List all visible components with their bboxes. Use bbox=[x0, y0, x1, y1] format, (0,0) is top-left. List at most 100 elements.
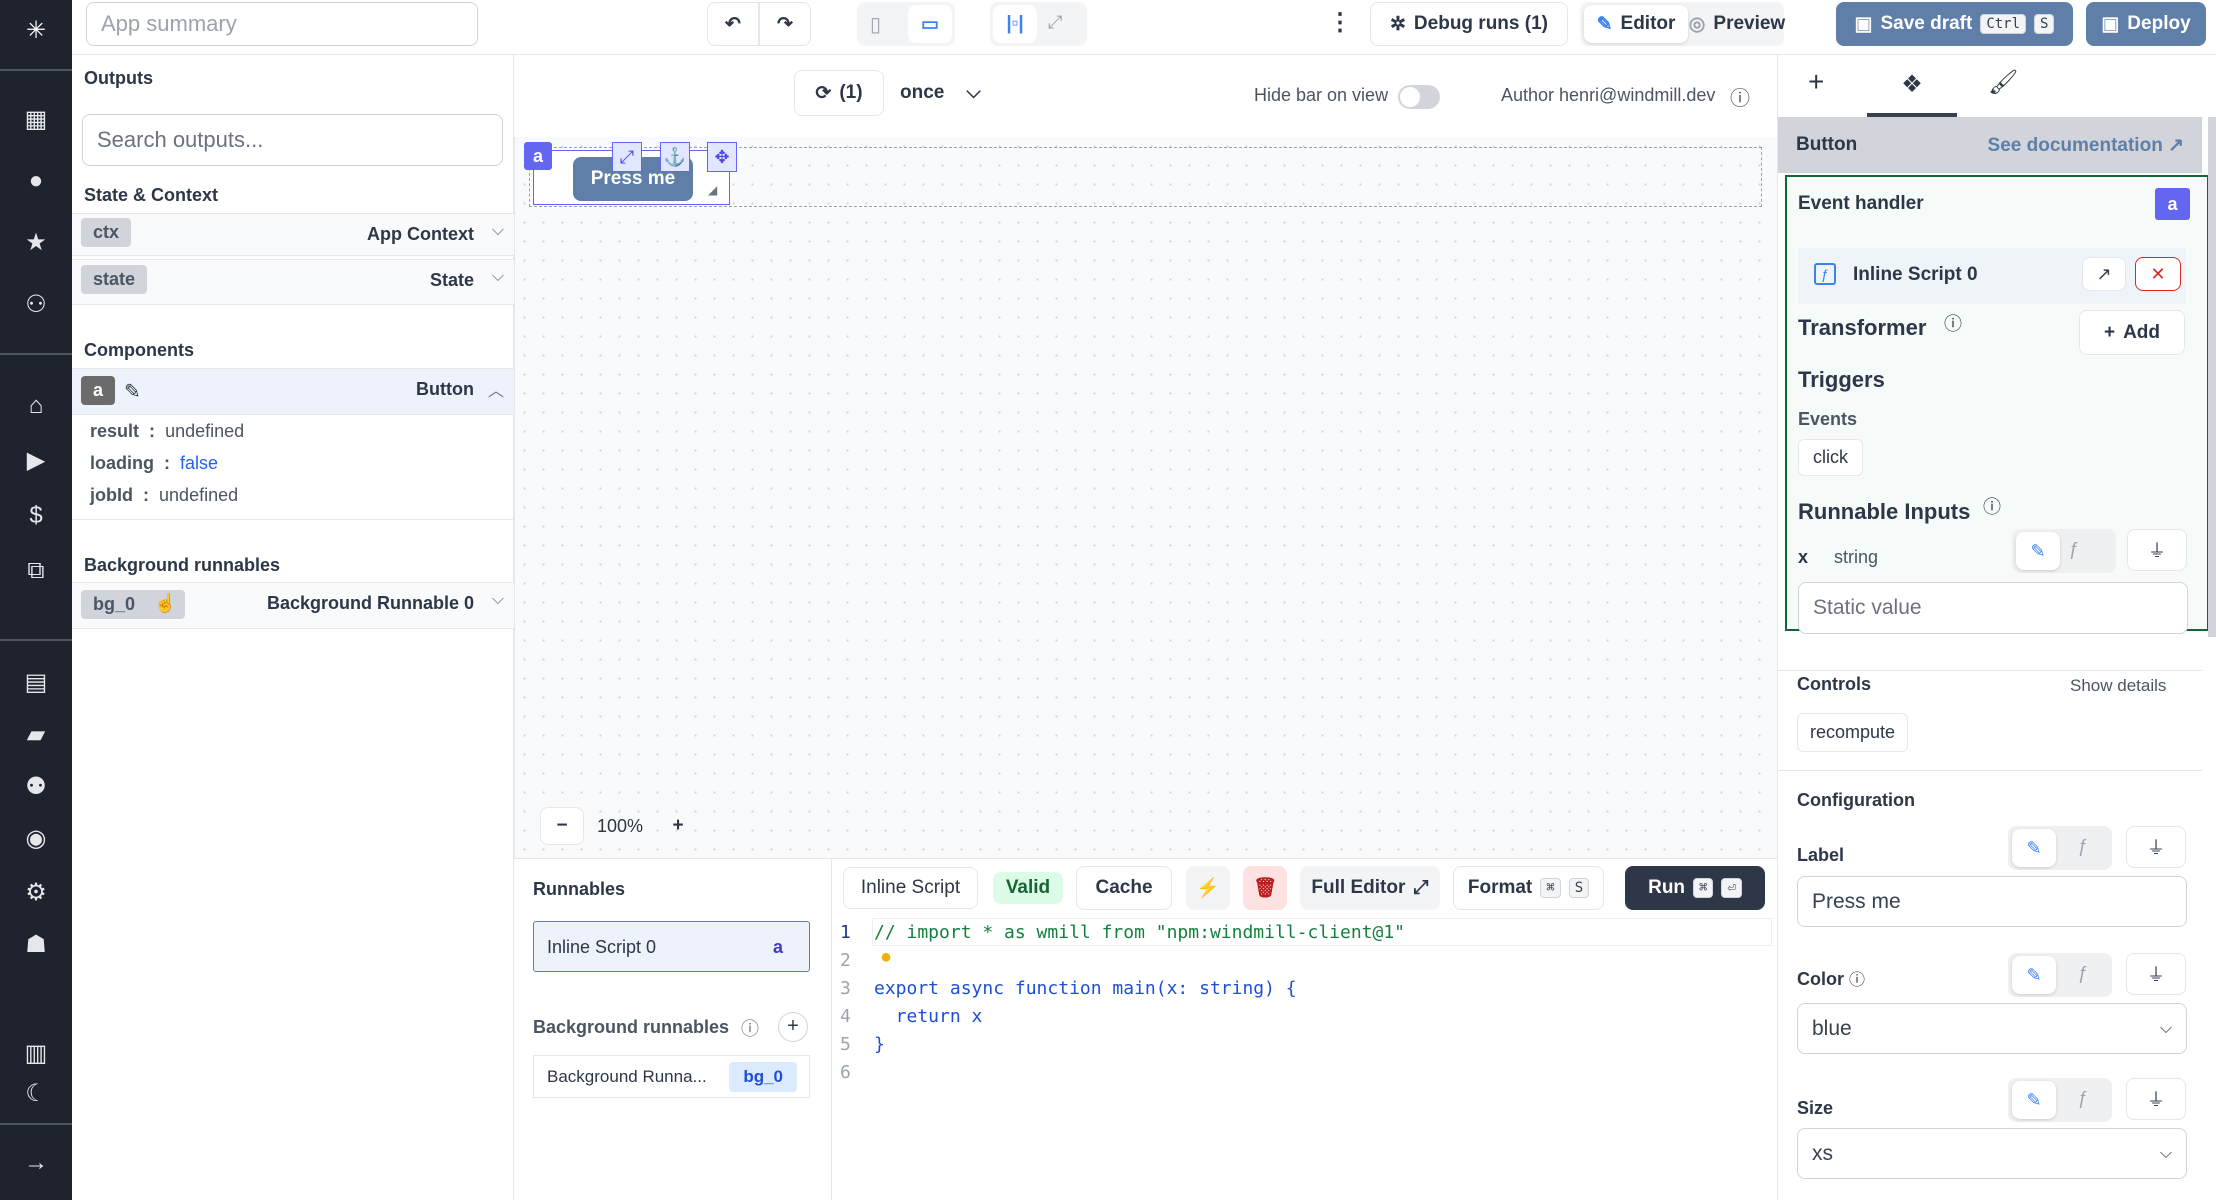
play-icon[interactable]: ▶ bbox=[22, 447, 50, 475]
static-mode-pencil-icon[interactable]: ✎ bbox=[2012, 956, 2056, 994]
refresh-mode-select[interactable]: once ⌵ bbox=[900, 82, 981, 104]
script-name: Inline Script 0 bbox=[1853, 264, 1978, 285]
calendar-icon[interactable]: ▤ bbox=[22, 669, 50, 697]
zoom-in-button[interactable]: + bbox=[656, 807, 700, 845]
debug-runs-button[interactable]: ✲ Debug runs (1) bbox=[1370, 2, 1568, 46]
static-mode-pencil-icon[interactable]: ✎ bbox=[2012, 1081, 2056, 1119]
function-mode-icon[interactable]: ƒ bbox=[2078, 836, 2088, 857]
fixed-width-button[interactable]: |▫| bbox=[993, 5, 1037, 43]
expand-arrow-icon[interactable]: → bbox=[22, 1149, 50, 1177]
open-script-button[interactable]: ↗ bbox=[2082, 257, 2126, 291]
editor-tab[interactable]: ✎ Editor bbox=[1584, 5, 1688, 43]
dollar-icon[interactable]: $ bbox=[22, 502, 50, 530]
documentation-link[interactable]: See documentation ↗ bbox=[1988, 134, 2184, 157]
mobile-icon[interactable]: ▯ bbox=[870, 12, 881, 37]
full-editor-button[interactable]: Full Editor ⤢ bbox=[1300, 866, 1440, 910]
ctx-tag: ctx bbox=[81, 218, 132, 247]
zoom-level: 100% bbox=[596, 815, 644, 836]
resize-handle-icon[interactable]: ◢ bbox=[708, 183, 717, 197]
users-icon[interactable]: ⚇ bbox=[22, 291, 50, 319]
app-canvas[interactable] bbox=[514, 137, 1777, 858]
component-id-badge[interactable]: a bbox=[524, 142, 552, 170]
connect-plug-icon[interactable]: ⏚ bbox=[2126, 1078, 2186, 1120]
zoom-out-button[interactable]: − bbox=[540, 807, 584, 845]
show-details-link[interactable]: Show details bbox=[2070, 676, 2166, 696]
move-icon[interactable]: ✥ bbox=[707, 142, 737, 172]
ai-fix-button[interactable]: ⚡ bbox=[1186, 866, 1230, 910]
user-icon[interactable]: ● bbox=[22, 167, 50, 195]
component-row[interactable]: a ✎ Button ︿ bbox=[72, 368, 514, 415]
event-handler-section: Event handler a ƒ Inline Script 0 ↗ ✕ Tr… bbox=[1785, 175, 2209, 634]
full-width-icon[interactable]: ⤢ bbox=[1048, 12, 1062, 33]
cache-button[interactable]: Cache bbox=[1076, 866, 1172, 910]
more-menu-icon[interactable]: ⋮ bbox=[1328, 8, 1352, 37]
kbd-s: S bbox=[1568, 878, 1590, 898]
divider bbox=[0, 639, 72, 641]
app-summary-input[interactable]: App summary bbox=[86, 2, 478, 46]
preview-tab[interactable]: ◎ Preview bbox=[1688, 5, 1786, 43]
moon-icon[interactable]: ☾ bbox=[22, 1080, 50, 1108]
connect-plug-icon[interactable]: ⏚ bbox=[2127, 529, 2187, 571]
settings-tab-component-icon[interactable]: ❖ bbox=[1867, 60, 1957, 117]
search-outputs-input[interactable]: Search outputs... bbox=[82, 114, 503, 166]
static-mode-pencil-icon[interactable]: ✎ bbox=[2012, 829, 2056, 867]
remove-script-button[interactable]: ✕ bbox=[2135, 257, 2181, 291]
script-row[interactable]: ƒ Inline Script 0 ↗ ✕ bbox=[1798, 248, 2186, 304]
scrollbar[interactable] bbox=[2208, 117, 2216, 637]
output-field-jobid: jobId : undefined bbox=[90, 485, 239, 505]
group-icon[interactable]: ⚉ bbox=[22, 773, 50, 801]
anchor-icon[interactable]: ⚓ bbox=[660, 142, 690, 172]
book-icon[interactable]: ▥ bbox=[22, 1040, 50, 1068]
bg-runnable-row[interactable]: bg_0 ☝ Background Runnable 0 ⌵ bbox=[72, 582, 514, 629]
color-select[interactable]: blue ⌵ bbox=[1797, 1003, 2187, 1054]
run-button[interactable]: Run ⌘ ⏎ bbox=[1625, 866, 1765, 910]
hide-bar-toggle[interactable] bbox=[1398, 85, 1440, 109]
building-icon[interactable]: ▦ bbox=[22, 106, 50, 134]
static-mode-pencil-icon[interactable]: ✎ bbox=[2016, 532, 2060, 570]
home-icon[interactable]: ⌂ bbox=[22, 392, 50, 420]
bg-runnable-item[interactable]: Background Runna... bg_0 bbox=[533, 1055, 810, 1098]
redo-button[interactable]: ↷ bbox=[759, 2, 811, 46]
function-mode-icon[interactable]: ƒ bbox=[2078, 1088, 2088, 1109]
folder-icon[interactable]: ▰ bbox=[22, 721, 50, 749]
save-draft-button[interactable]: ▣ Save draft Ctrl S bbox=[1836, 2, 2073, 46]
field-value: false bbox=[180, 453, 219, 473]
connect-plug-icon[interactable]: ⏚ bbox=[2126, 826, 2186, 868]
eye-icon[interactable]: ◉ bbox=[22, 825, 50, 853]
add-transformer-button[interactable]: + Add bbox=[2079, 310, 2185, 355]
boxes-icon[interactable]: ⧉ bbox=[22, 557, 50, 585]
chevron-down-icon: ⌵ bbox=[491, 268, 504, 285]
windmill-logo-icon[interactable]: ✳ bbox=[22, 17, 50, 45]
settings-icon[interactable]: ⚙ bbox=[22, 879, 50, 907]
theme-tab-brush-icon[interactable]: 🖌 bbox=[1988, 68, 2018, 97]
lightbulb-icon[interactable]: ● bbox=[880, 946, 892, 969]
bot-icon[interactable]: ☗ bbox=[22, 931, 50, 959]
pencil-icon[interactable]: ✎ bbox=[124, 379, 141, 404]
ctx-row[interactable]: ctx App Context ⌵ bbox=[72, 213, 514, 256]
runnable-item[interactable]: Inline Script 0 a bbox=[533, 921, 810, 972]
format-button[interactable]: Format ⌘ S bbox=[1453, 866, 1604, 910]
run-label: Run bbox=[1648, 877, 1686, 898]
function-mode-icon[interactable]: ƒ bbox=[2078, 963, 2088, 984]
add-bg-runnable-button[interactable]: + bbox=[778, 1012, 808, 1042]
state-row[interactable]: state State ⌵ bbox=[72, 259, 514, 305]
refresh-button[interactable]: ⟳ (1) bbox=[794, 70, 884, 116]
connect-plug-icon[interactable]: ⏚ bbox=[2126, 953, 2186, 995]
format-label: Format bbox=[1467, 877, 1533, 898]
size-select[interactable]: xs ⌵ bbox=[1797, 1128, 2187, 1179]
label-input[interactable]: Press me bbox=[1797, 876, 2187, 927]
insert-tab-plus-icon[interactable]: + bbox=[1808, 66, 1824, 98]
delete-button[interactable]: 🗑 bbox=[1243, 866, 1287, 910]
script-name-field[interactable]: Inline Script bbox=[843, 867, 978, 909]
star-icon[interactable]: ★ bbox=[22, 229, 50, 257]
expand-icon[interactable]: ⤢ bbox=[612, 142, 642, 172]
deploy-button[interactable]: ▣ Deploy bbox=[2086, 2, 2206, 46]
static-value-input[interactable]: Static value bbox=[1798, 582, 2188, 634]
code-editor[interactable] bbox=[831, 918, 1777, 1200]
preview-label: Preview bbox=[1713, 13, 1786, 34]
desktop-button[interactable]: ▭ bbox=[908, 5, 952, 43]
kbd-ctrl: Ctrl bbox=[1980, 14, 2027, 34]
function-mode-icon[interactable]: ƒ bbox=[2069, 539, 2079, 560]
undo-button[interactable]: ↶ bbox=[707, 2, 759, 46]
eye-icon: ◎ bbox=[1688, 13, 1706, 35]
